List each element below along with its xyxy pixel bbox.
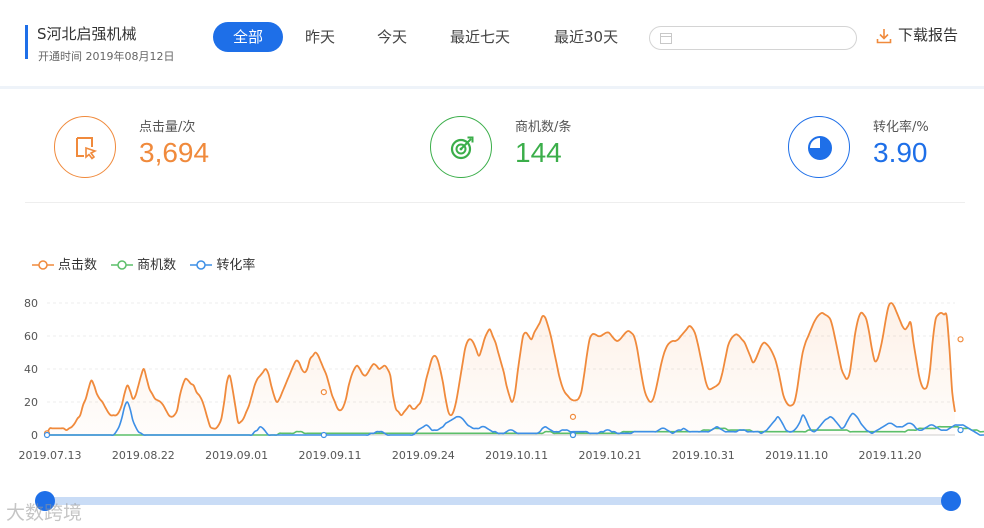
series-point-2 bbox=[43, 431, 51, 439]
tab-last-30-days[interactable]: 最近30天 bbox=[554, 22, 618, 52]
x-tick-label: 2019.08.22 bbox=[112, 449, 175, 462]
x-tick-label: 2019.10.11 bbox=[485, 449, 548, 462]
title-accent-bar bbox=[25, 25, 28, 59]
x-tick-label: 2019.09.01 bbox=[205, 449, 268, 462]
stat-leads-value: 144 bbox=[515, 137, 562, 168]
watermark: 大数跨境 bbox=[6, 502, 83, 524]
y-tick-label: 80 bbox=[24, 297, 38, 310]
slider-end-handle[interactable] bbox=[941, 491, 961, 511]
y-tick-label: 0 bbox=[31, 429, 38, 442]
chart-legend: 点击数 商机数 转化率 bbox=[32, 254, 265, 273]
pie-icon bbox=[788, 116, 850, 178]
download-report-button[interactable]: 下载报告 bbox=[876, 24, 958, 44]
y-tick-label: 60 bbox=[24, 330, 38, 343]
stat-conversion-label: 转化率/% bbox=[873, 120, 929, 135]
trend-chart: 0 20 40 60 80 2019.07.13 2019.08.22 2019.09.01 2… bbox=[19, 297, 984, 462]
x-tick-label: 2019.07.13 bbox=[19, 449, 82, 462]
download-icon bbox=[876, 29, 892, 44]
click-icon bbox=[54, 116, 116, 178]
stats-divider bbox=[25, 202, 965, 203]
company-name: S河北启强机械 bbox=[37, 25, 137, 43]
legend-label-conversion: 转化率 bbox=[216, 258, 256, 273]
series-point-2 bbox=[320, 431, 327, 439]
x-tick-label: 2019.09.11 bbox=[299, 449, 362, 462]
stat-conversion-value: 3.90 bbox=[873, 137, 928, 168]
legend-label-clicks: 点击数 bbox=[58, 258, 98, 273]
series-point-0 bbox=[569, 413, 577, 420]
tab-today[interactable]: 今天 bbox=[377, 22, 407, 52]
series-point-2 bbox=[957, 426, 964, 434]
tab-last-7-days[interactable]: 最近七天 bbox=[450, 22, 510, 52]
download-report-label: 下载报告 bbox=[898, 26, 959, 44]
x-tick-label: 2019.10.31 bbox=[672, 449, 735, 462]
legend-item-clicks[interactable]: 点击数 bbox=[32, 254, 97, 273]
tab-yesterday[interactable]: 昨天 bbox=[305, 22, 335, 52]
tab-all[interactable]: 全部 bbox=[213, 22, 284, 52]
y-tick-label: 40 bbox=[24, 363, 38, 376]
series-point-0 bbox=[957, 336, 964, 343]
series-area-0 bbox=[47, 303, 955, 435]
legend-item-conversion[interactable]: 转化率 bbox=[190, 254, 255, 273]
series-point-2 bbox=[569, 431, 577, 439]
x-tick-label: 2019.11.20 bbox=[859, 449, 922, 462]
x-tick-label: 2019.09.24 bbox=[392, 449, 455, 462]
legend-item-leads[interactable]: 商机数 bbox=[111, 254, 176, 273]
header-divider bbox=[0, 86, 984, 89]
stat-clicks-value: 3,694 bbox=[139, 137, 210, 168]
legend-label-leads: 商机数 bbox=[137, 258, 177, 273]
y-tick-label: 20 bbox=[24, 396, 38, 409]
x-tick-label: 2019.10.21 bbox=[579, 449, 642, 462]
series-point-0 bbox=[320, 388, 327, 396]
open-date: 开通时间 2019年08月12日 bbox=[38, 50, 175, 63]
calendar-icon bbox=[660, 33, 672, 44]
date-range-slider[interactable] bbox=[45, 497, 951, 505]
target-icon bbox=[430, 116, 492, 178]
report-header: S河北启强机械 开通时间 2019年08月12日 全部 昨天 今天 最近七天 最… bbox=[0, 0, 984, 86]
stat-clicks-label: 点击量/次 bbox=[139, 120, 196, 135]
date-range-input[interactable] bbox=[649, 26, 857, 50]
stat-leads-label: 商机数/条 bbox=[515, 120, 572, 135]
x-tick-label: 2019.11.10 bbox=[765, 449, 828, 462]
